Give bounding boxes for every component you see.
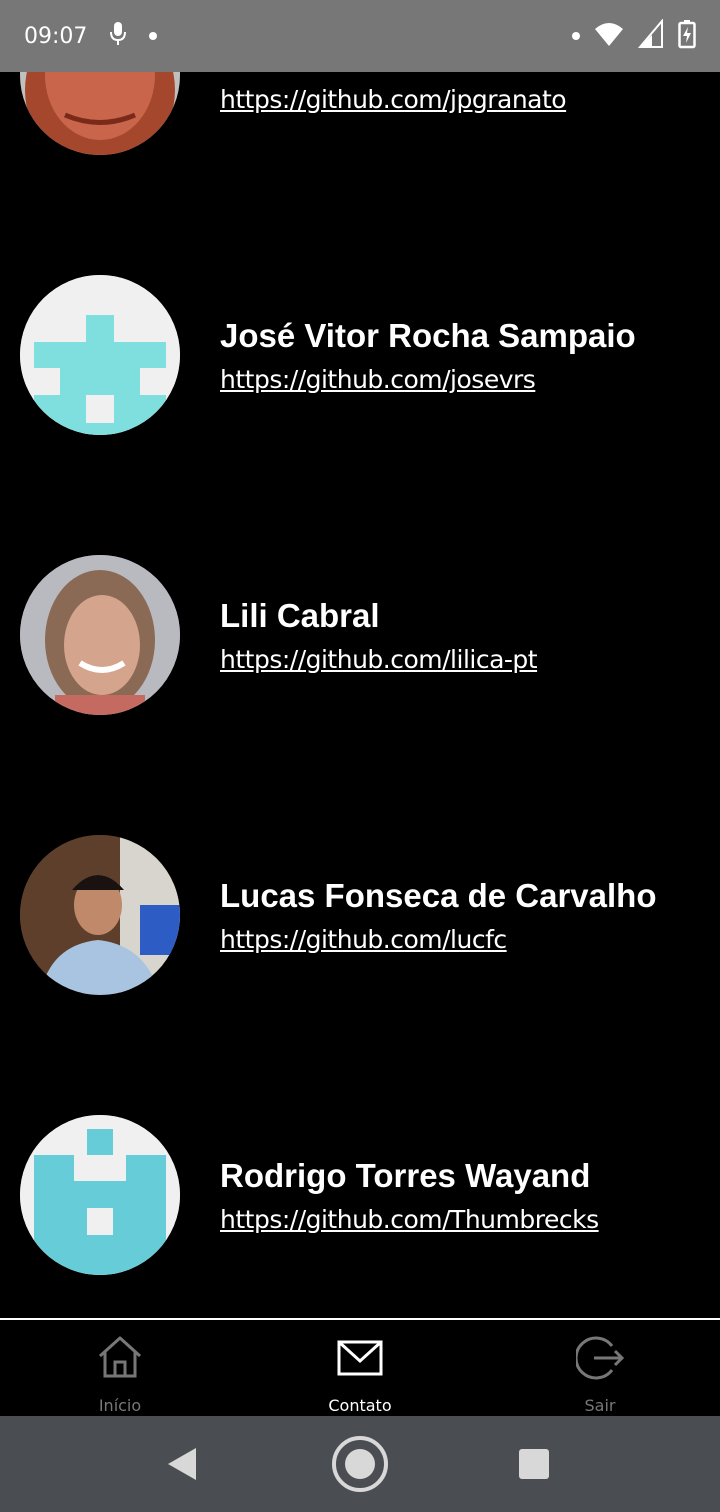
avatar (20, 72, 180, 155)
nav-label-sair: Sair (584, 1396, 616, 1415)
list-item[interactable]: José Vitor Rocha Sampaio https://github.… (0, 275, 720, 435)
avatar (20, 1115, 180, 1275)
home-button[interactable] (330, 1434, 390, 1494)
system-nav-bar (0, 1416, 720, 1512)
avatar (20, 275, 180, 435)
contact-github-link[interactable]: https://github.com/Thumbrecks (220, 1205, 599, 1234)
avatar (20, 555, 180, 715)
back-button[interactable] (164, 1446, 198, 1482)
contact-github-link[interactable]: https://github.com/josevrs (220, 365, 536, 394)
mail-icon (337, 1340, 383, 1376)
contact-name: Lucas Fonseca de Carvalho (220, 877, 657, 914)
mic-icon (109, 21, 127, 52)
signal-icon (637, 17, 664, 54)
contact-list[interactable]: https://github.com/jpgranato José Vitor … (0, 72, 720, 1318)
contact-github-link[interactable]: https://github.com/lucfc (220, 925, 507, 954)
contact-github-link[interactable]: https://github.com/jpgranato (220, 85, 567, 114)
nav-label-inicio: Início (98, 1396, 142, 1415)
contact-name: José Vitor Rocha Sampaio (220, 317, 636, 354)
list-item[interactable]: Lucas Fonseca de Carvalho https://github… (0, 835, 720, 995)
recents-button[interactable] (518, 1448, 550, 1480)
status-dot-icon (572, 32, 580, 40)
nav-label-contato: Contato (328, 1396, 392, 1415)
contact-github-link[interactable]: https://github.com/lilica-pt (220, 645, 538, 674)
status-time: 09:07 (24, 23, 88, 49)
list-item[interactable]: Rodrigo Torres Wayand https://github.com… (0, 1115, 720, 1275)
notification-dot-icon (149, 32, 158, 40)
wifi-icon (594, 21, 624, 52)
contact-name: Rodrigo Torres Wayand (220, 1157, 591, 1194)
list-item[interactable]: Lili Cabral https://github.com/lilica-pt (0, 555, 720, 715)
avatar (20, 835, 180, 995)
list-item[interactable]: https://github.com/jpgranato (0, 72, 720, 155)
battery-charging-icon (678, 19, 696, 54)
nav-item-sair[interactable]: Sair (480, 1320, 720, 1416)
home-icon (98, 1336, 142, 1378)
status-bar: 09:07 (0, 0, 720, 72)
contact-name: Lili Cabral (220, 597, 380, 634)
bottom-nav: Início Contato Sair (0, 1318, 720, 1416)
nav-item-contato[interactable]: Contato (240, 1320, 480, 1416)
nav-item-inicio[interactable]: Início (0, 1320, 240, 1416)
logout-icon (576, 1336, 624, 1380)
